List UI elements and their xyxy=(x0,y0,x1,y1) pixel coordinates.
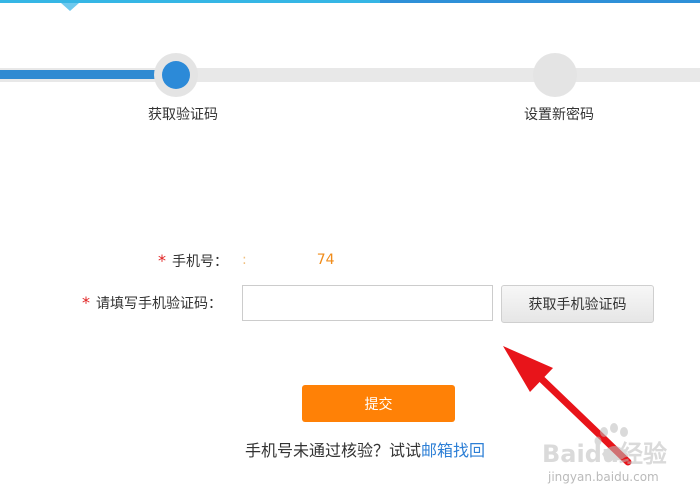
step-1-label: 获取验证码 xyxy=(148,107,218,123)
step-1-circle xyxy=(162,61,190,89)
phone-number-display: : 74 xyxy=(242,252,335,268)
phone-prefix: : xyxy=(242,252,247,268)
submit-button[interactable]: 提交 xyxy=(302,385,455,422)
code-label-row: * 请填写手机验证码： xyxy=(82,293,222,313)
fallback-row: 手机号未通过核验？试试邮箱找回 xyxy=(245,437,485,461)
verification-code-input[interactable] xyxy=(242,285,493,321)
get-verification-code-button[interactable]: 获取手机验证码 xyxy=(501,285,654,323)
top-accent-bar-right xyxy=(380,0,700,3)
top-notch-indicator xyxy=(61,3,79,11)
required-mark: * xyxy=(158,251,166,270)
watermark-brand: Baidu经验 xyxy=(542,440,667,468)
watermark-url: jingyan.baidu.com xyxy=(548,470,659,484)
code-label: 请填写手机验证码： xyxy=(96,296,222,312)
progress-track-fill xyxy=(0,70,170,79)
phone-label: 手机号： xyxy=(172,254,228,270)
top-accent-bar xyxy=(0,0,380,3)
step-2-label: 设置新密码 xyxy=(524,107,594,123)
required-mark: * xyxy=(82,293,90,312)
email-recovery-link[interactable]: 邮箱找回 xyxy=(421,441,485,460)
phone-number-value: 74 xyxy=(316,252,335,268)
fallback-text: 手机号未通过核验？试试 xyxy=(245,441,422,460)
phone-label-row: * 手机号： xyxy=(158,251,228,271)
step-2-circle xyxy=(533,53,577,97)
